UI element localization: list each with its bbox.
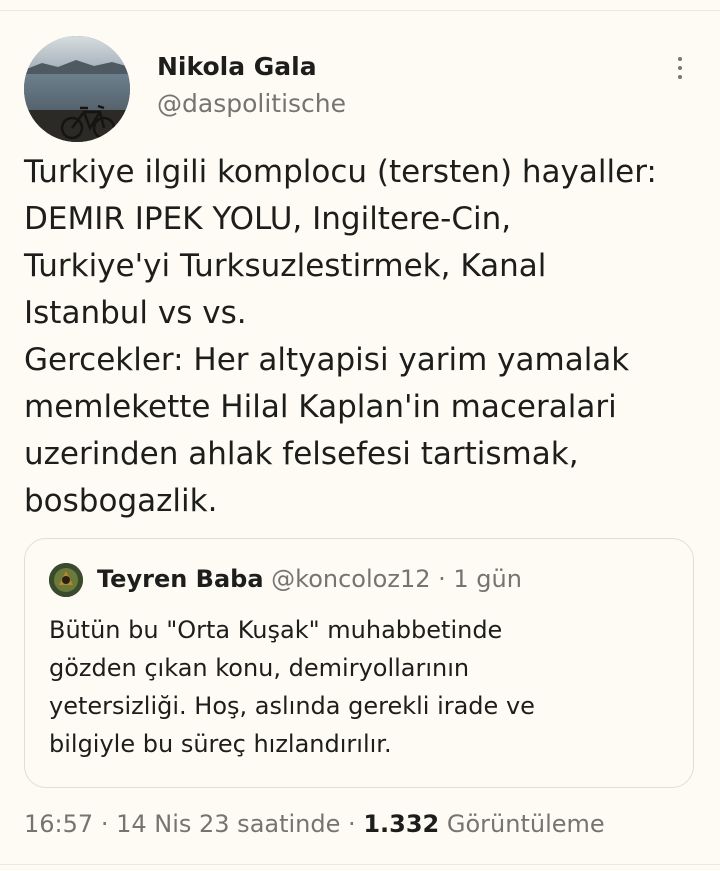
top-divider [0, 10, 720, 11]
quote-author-handle[interactable]: @koncoloz12 [271, 565, 430, 593]
quoted-tweet[interactable]: Teyren Baba @koncoloz12 · 1 gün Bütün bu… [24, 538, 694, 788]
more-vertical-icon-dot [678, 75, 682, 79]
tweet-meta: 16:57 · 14 Nis 23 saatinde · 1.332 Görün… [24, 810, 605, 838]
author-handle[interactable]: @daspolitische [157, 89, 346, 118]
quote-line: gözden çıkan konu, demiryollarının [49, 654, 470, 682]
author-name[interactable]: Nikola Gala [157, 52, 317, 81]
more-options-button[interactable] [666, 50, 694, 86]
avatar-photo [24, 36, 130, 142]
more-vertical-icon [678, 57, 682, 61]
tweet-time[interactable]: 16:57 [24, 810, 93, 838]
tweet-line: Gercekler: Her altyapisi yarim yamalak [24, 342, 630, 378]
more-vertical-icon-dot [678, 66, 682, 70]
quote-header: Teyren Baba @koncoloz12 · 1 gün [97, 565, 522, 593]
quote-line: bilgiyle bu süreç hızlandırılır. [49, 730, 392, 758]
author-avatar[interactable] [24, 36, 130, 142]
quote-time[interactable]: 1 gün [453, 565, 522, 593]
tweet-line: bosbogazlik. [24, 483, 218, 519]
tweet-line: DEMIR IPEK YOLU, Ingiltere-Cin, [24, 201, 512, 237]
quote-separator: · [438, 565, 446, 593]
tweet-line: Turkiye'yi Turksuzlestirmek, Kanal [24, 248, 547, 284]
tweet-line: uzerinden ahlak felsefesi tartismak, [24, 436, 579, 472]
bottom-divider [0, 864, 720, 865]
views-count: 1.332 [363, 810, 440, 838]
meta-separator: · [348, 810, 356, 838]
quote-text: Bütün bu "Orta Kuşak" muhabbetinde gözde… [49, 611, 679, 763]
tweet-date[interactable]: 14 Nis 23 saatinde [116, 810, 340, 838]
quote-author-avatar [49, 563, 83, 597]
tweet-line: Turkiye ilgili komplocu (tersten) hayall… [24, 154, 657, 190]
tweet-text: Turkiye ilgili komplocu (tersten) hayall… [24, 149, 704, 525]
tweet-line: memlekette Hilal Kaplan'in maceralari [24, 389, 617, 425]
views-label: Görüntüleme [446, 810, 605, 838]
tweet-line: Istanbul vs vs. [24, 295, 247, 331]
quote-author-name[interactable]: Teyren Baba [97, 565, 264, 593]
quote-avatar-image [49, 563, 83, 597]
meta-separator: · [100, 810, 109, 838]
quote-line: Bütün bu "Orta Kuşak" muhabbetinde [49, 616, 503, 644]
quote-line: yetersizliği. Hoş, aslında gerekli irade… [49, 692, 535, 720]
